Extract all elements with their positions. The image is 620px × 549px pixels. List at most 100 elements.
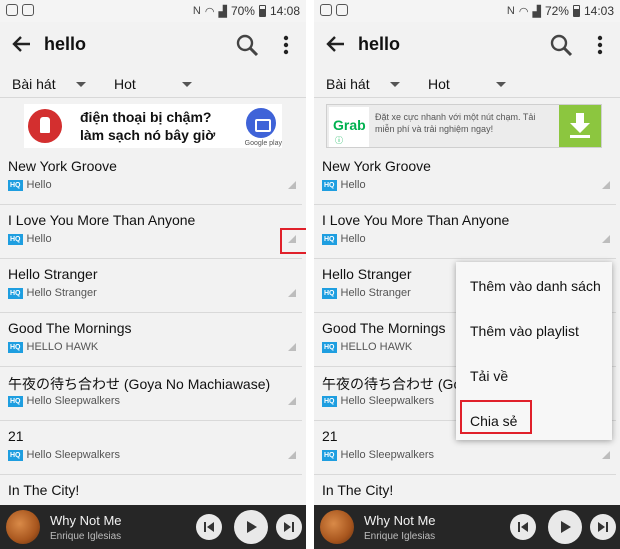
skip-previous-icon (518, 522, 528, 532)
search-query-title: hello (358, 34, 401, 54)
song-menu-icon[interactable] (602, 451, 610, 459)
song-artist: HELLO HAWK (340, 341, 413, 353)
phone-screen-right: N ◠ ▟ 72% 14:03 hello Bài hát Hot Grab ⓘ… (314, 0, 620, 549)
menu-item-add-to-list[interactable]: Thêm vào danh sách (470, 278, 601, 294)
ad-text-line1: điện thoại bị chậm? (80, 109, 212, 125)
song-row[interactable]: I Love You More Than Anyone HQ Hello (0, 205, 302, 259)
more-options-icon[interactable] (278, 32, 294, 58)
clock: 14:08 (269, 4, 300, 18)
hq-badge: HQ (8, 395, 23, 407)
wifi-icon: ◠ (518, 5, 529, 18)
battery-icon (258, 5, 266, 17)
dropdown-caret-icon (389, 81, 400, 87)
song-row[interactable]: 21 HQ Hello Sleepwalkers (0, 421, 302, 475)
mini-player[interactable]: Why Not Me Enrique Iglesias (0, 505, 306, 549)
song-title: 午夜の待ち合わせ (Goya (322, 376, 477, 392)
song-menu-icon[interactable] (288, 181, 296, 189)
song-artist: Hello Sleepwalkers (340, 449, 435, 461)
notification-icon (6, 4, 18, 16)
play-button[interactable] (548, 510, 582, 544)
song-title: In The City! (8, 482, 80, 498)
song-artist: Hello (26, 179, 52, 191)
download-icon (570, 113, 590, 138)
album-art (320, 510, 354, 544)
back-arrow-icon[interactable] (322, 30, 350, 58)
hq-badge: HQ (8, 179, 23, 191)
play-button[interactable] (234, 510, 268, 544)
signal-icon: ▟ (218, 5, 227, 18)
ad-choices-icon: ⓘ (335, 136, 343, 145)
play-icon (247, 521, 257, 533)
nfc-icon: N (192, 5, 201, 17)
song-title: I Love You More Than Anyone (322, 212, 510, 228)
song-title: New York Groove (322, 158, 431, 174)
signal-icon: ▟ (532, 5, 541, 18)
type-filter-dropdown[interactable]: Bài hát (12, 76, 86, 92)
skip-next-icon (284, 522, 294, 532)
type-filter-dropdown[interactable]: Bài hát (326, 76, 400, 92)
song-list: New York Groove HQ Hello I Love You More … (0, 151, 306, 529)
screenshot-divider (306, 0, 314, 549)
song-row[interactable]: New York Groove HQ Hello (0, 151, 302, 205)
song-artist: Hello Sleepwalkers (26, 449, 121, 461)
ad-download-button[interactable] (559, 105, 601, 147)
song-artist: Hello (340, 179, 366, 191)
song-row[interactable]: Good The Mornings HQ HELLO HAWK (0, 313, 302, 367)
menu-item-add-to-playlist[interactable]: Thêm vào playlist (470, 323, 579, 339)
song-artist: Hello (26, 233, 52, 245)
hq-badge: HQ (322, 233, 337, 245)
dropdown-caret-icon (75, 81, 86, 87)
image-icon (22, 4, 34, 16)
search-icon[interactable] (234, 32, 260, 58)
mini-player[interactable]: Why Not Me Enrique Iglesias (314, 505, 620, 549)
song-title: 21 (8, 428, 24, 444)
hq-badge: HQ (8, 449, 23, 461)
song-menu-icon[interactable] (288, 451, 296, 459)
next-button[interactable] (590, 514, 616, 540)
song-title: Good The Mornings (8, 320, 132, 336)
clock: 14:03 (583, 4, 614, 18)
album-art (6, 510, 40, 544)
filter-bar: Bài hát Hot (314, 70, 620, 98)
app-bar: hello (314, 22, 620, 68)
song-row[interactable]: New York Groove HQ Hello (314, 151, 616, 205)
song-context-menu: Thêm vào danh sách Thêm vào playlist Tải… (456, 262, 612, 440)
song-menu-icon[interactable] (288, 397, 296, 405)
hq-badge: HQ (322, 341, 337, 353)
ad-banner[interactable]: Grab ⓘ Đặt xe cực nhanh với một nút chạm… (326, 104, 602, 148)
song-menu-icon[interactable] (288, 289, 296, 297)
song-row[interactable]: Hello Stranger HQ Hello Stranger (0, 259, 302, 313)
ad-banner[interactable]: điện thoại bị chậm? làm sạch nó bây giờ … (24, 104, 282, 148)
song-row[interactable]: I Love You More Than Anyone HQ Hello (314, 205, 616, 259)
song-artist: Hello Sleepwalkers (26, 395, 121, 407)
sort-filter-dropdown[interactable]: Hot (114, 76, 192, 92)
next-button[interactable] (276, 514, 302, 540)
song-menu-icon[interactable] (602, 181, 610, 189)
previous-button[interactable] (510, 514, 536, 540)
sort-filter-dropdown[interactable]: Hot (428, 76, 506, 92)
song-artist: Hello (340, 233, 366, 245)
more-options-icon[interactable] (592, 32, 608, 58)
hq-badge: HQ (8, 341, 23, 353)
song-row[interactable]: 午夜の待ち合わせ (Goya No Machiawase) HQ Hello Sl… (0, 367, 302, 421)
status-bar: N ◠ ▟ 72% 14:03 (314, 0, 620, 22)
previous-button[interactable] (196, 514, 222, 540)
song-title: Hello Stranger (8, 266, 98, 282)
song-menu-icon[interactable] (288, 343, 296, 351)
search-icon[interactable] (548, 32, 574, 58)
song-title: 午夜の待ち合わせ (Goya No Machiawase) (8, 376, 271, 392)
battery-percent: 70% (230, 4, 255, 18)
hq-badge: HQ (322, 287, 337, 299)
back-arrow-icon[interactable] (8, 30, 36, 58)
song-artist: Hello Sleepwalkers (340, 395, 435, 407)
phone-screen-left: N ◠ ▟ 70% 14:08 hello Bài hát Hot điện t… (0, 0, 306, 549)
song-menu-icon[interactable] (602, 235, 610, 243)
image-icon (336, 4, 348, 16)
now-playing-artist: Enrique Iglesias (50, 531, 122, 542)
song-title: In The City! (322, 482, 394, 498)
hq-badge: HQ (322, 449, 337, 461)
ad-text: Đặt xe cực nhanh với một nút chạm. Tải m… (375, 112, 536, 134)
filter-bar: Bài hát Hot (0, 70, 306, 98)
wifi-icon: ◠ (204, 5, 215, 18)
menu-item-download[interactable]: Tải về (470, 368, 508, 384)
